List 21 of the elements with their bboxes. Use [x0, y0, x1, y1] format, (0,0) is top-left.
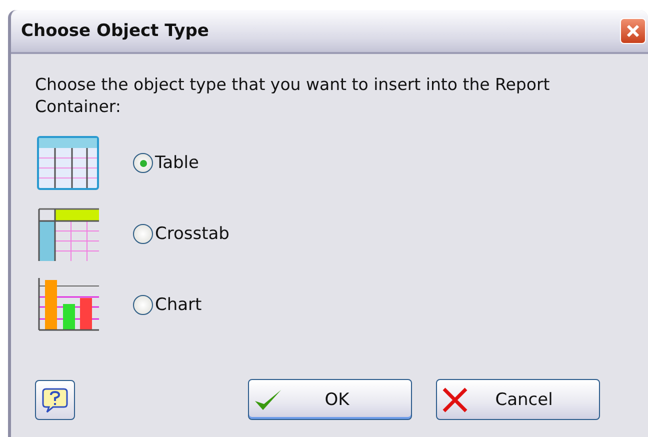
close-button[interactable]	[620, 18, 646, 44]
radio-option[interactable]: Chart	[133, 295, 202, 315]
ok-button[interactable]: OK	[248, 379, 412, 420]
table-icon	[37, 136, 99, 190]
instruction-text: Choose the object type that you want to insert into the Report Container:	[35, 74, 551, 118]
radio-button[interactable]	[133, 295, 153, 315]
radio-button[interactable]	[133, 224, 153, 244]
bar-chart-icon	[37, 278, 99, 332]
close-icon	[441, 386, 470, 412]
radio-option[interactable]: Crosstab	[133, 224, 230, 244]
crosstab-icon	[37, 207, 99, 261]
option-label: Chart	[155, 295, 202, 315]
option-label: Crosstab	[155, 224, 230, 244]
help-button[interactable]	[35, 380, 76, 420]
cancel-button[interactable]: Cancel	[436, 379, 600, 420]
option-label: Table	[155, 153, 199, 173]
window-title: Choose Object Type	[21, 21, 209, 41]
radio-option[interactable]: Table	[133, 153, 199, 173]
close-icon	[626, 24, 640, 38]
help-icon	[41, 386, 70, 414]
radio-button[interactable]	[133, 153, 153, 173]
